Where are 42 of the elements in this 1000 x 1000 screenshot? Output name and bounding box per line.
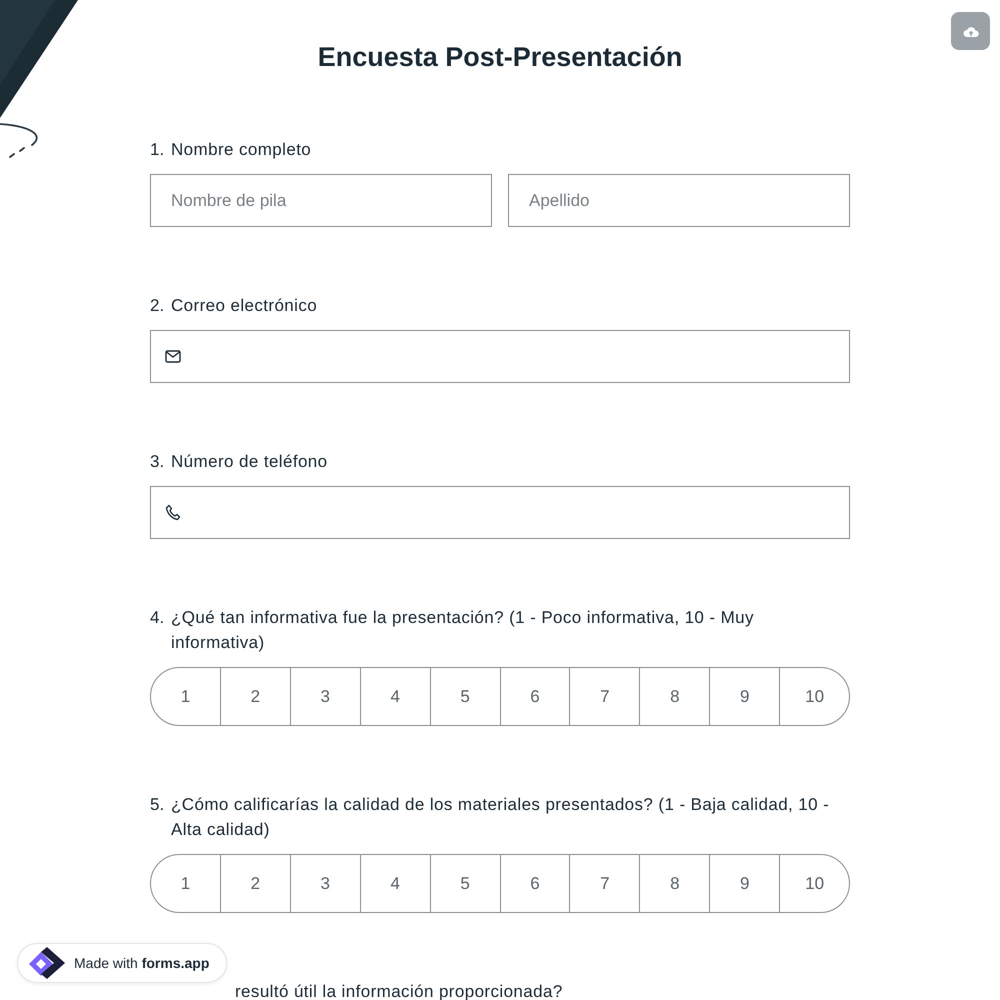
rating-option[interactable]: 5 bbox=[430, 854, 501, 913]
question-number: 5. bbox=[150, 794, 166, 816]
question-number: 4. bbox=[150, 607, 166, 629]
logo-icon bbox=[27, 947, 67, 979]
cloud-upload-icon bbox=[962, 24, 978, 38]
rating-option[interactable]: 9 bbox=[709, 854, 780, 913]
rating-option[interactable]: 9 bbox=[709, 667, 780, 726]
question-number: 3. bbox=[150, 451, 166, 473]
form-title: Encuesta Post-Presentación bbox=[316, 41, 684, 74]
question-label: ¿Qué tan informativa fue la presentación? (1 - Poco informativa, 10 - Muy informativa) bbox=[171, 607, 755, 654]
envelope-icon bbox=[165, 350, 181, 363]
rating-option[interactable]: 3 bbox=[290, 854, 361, 913]
text-field[interactable]: Apellido bbox=[508, 174, 850, 227]
rating-option[interactable]: 7 bbox=[569, 854, 640, 913]
rating-option[interactable]: 7 bbox=[569, 667, 640, 726]
question-number: 1. bbox=[150, 139, 166, 161]
rating-option[interactable]: 4 bbox=[360, 667, 431, 726]
question-label: ¿Cómo calificarías la calidad de los materiales presentados? (1 - Baja calidad, 10 - Alta calidad) bbox=[171, 794, 830, 841]
rating-option[interactable]: 3 bbox=[290, 667, 361, 726]
rating-option[interactable]: 5 bbox=[430, 667, 501, 726]
email-field[interactable] bbox=[150, 330, 850, 383]
rating-option[interactable]: 10 bbox=[779, 667, 850, 726]
question-label: Nombre completo bbox=[171, 139, 312, 161]
rating-option[interactable]: 8 bbox=[639, 854, 710, 913]
rating-option[interactable]: 8 bbox=[639, 667, 710, 726]
phone-field[interactable] bbox=[150, 486, 850, 539]
question-label: Número de teléfono bbox=[171, 451, 329, 473]
rating-option[interactable]: 1 bbox=[150, 854, 221, 913]
rating-option[interactable]: 2 bbox=[220, 667, 291, 726]
upload-button[interactable] bbox=[951, 12, 990, 50]
rating-option[interactable]: 6 bbox=[500, 854, 570, 913]
question-label: Correo electrónico bbox=[171, 295, 318, 317]
rating-option[interactable]: 2 bbox=[220, 854, 291, 913]
text-field[interactable]: Nombre de pila bbox=[150, 174, 492, 227]
phone-icon bbox=[165, 504, 181, 521]
question-number: 2. bbox=[150, 295, 166, 317]
rating-option[interactable]: 4 bbox=[360, 854, 431, 913]
rating-option[interactable]: 1 bbox=[150, 667, 221, 726]
made-with-badge[interactable]: Made with forms.app bbox=[17, 943, 227, 983]
rating-option[interactable]: 10 bbox=[779, 854, 850, 913]
badge-text: Made with forms.app bbox=[74, 954, 210, 973]
rating-option[interactable]: 6 bbox=[500, 667, 570, 726]
